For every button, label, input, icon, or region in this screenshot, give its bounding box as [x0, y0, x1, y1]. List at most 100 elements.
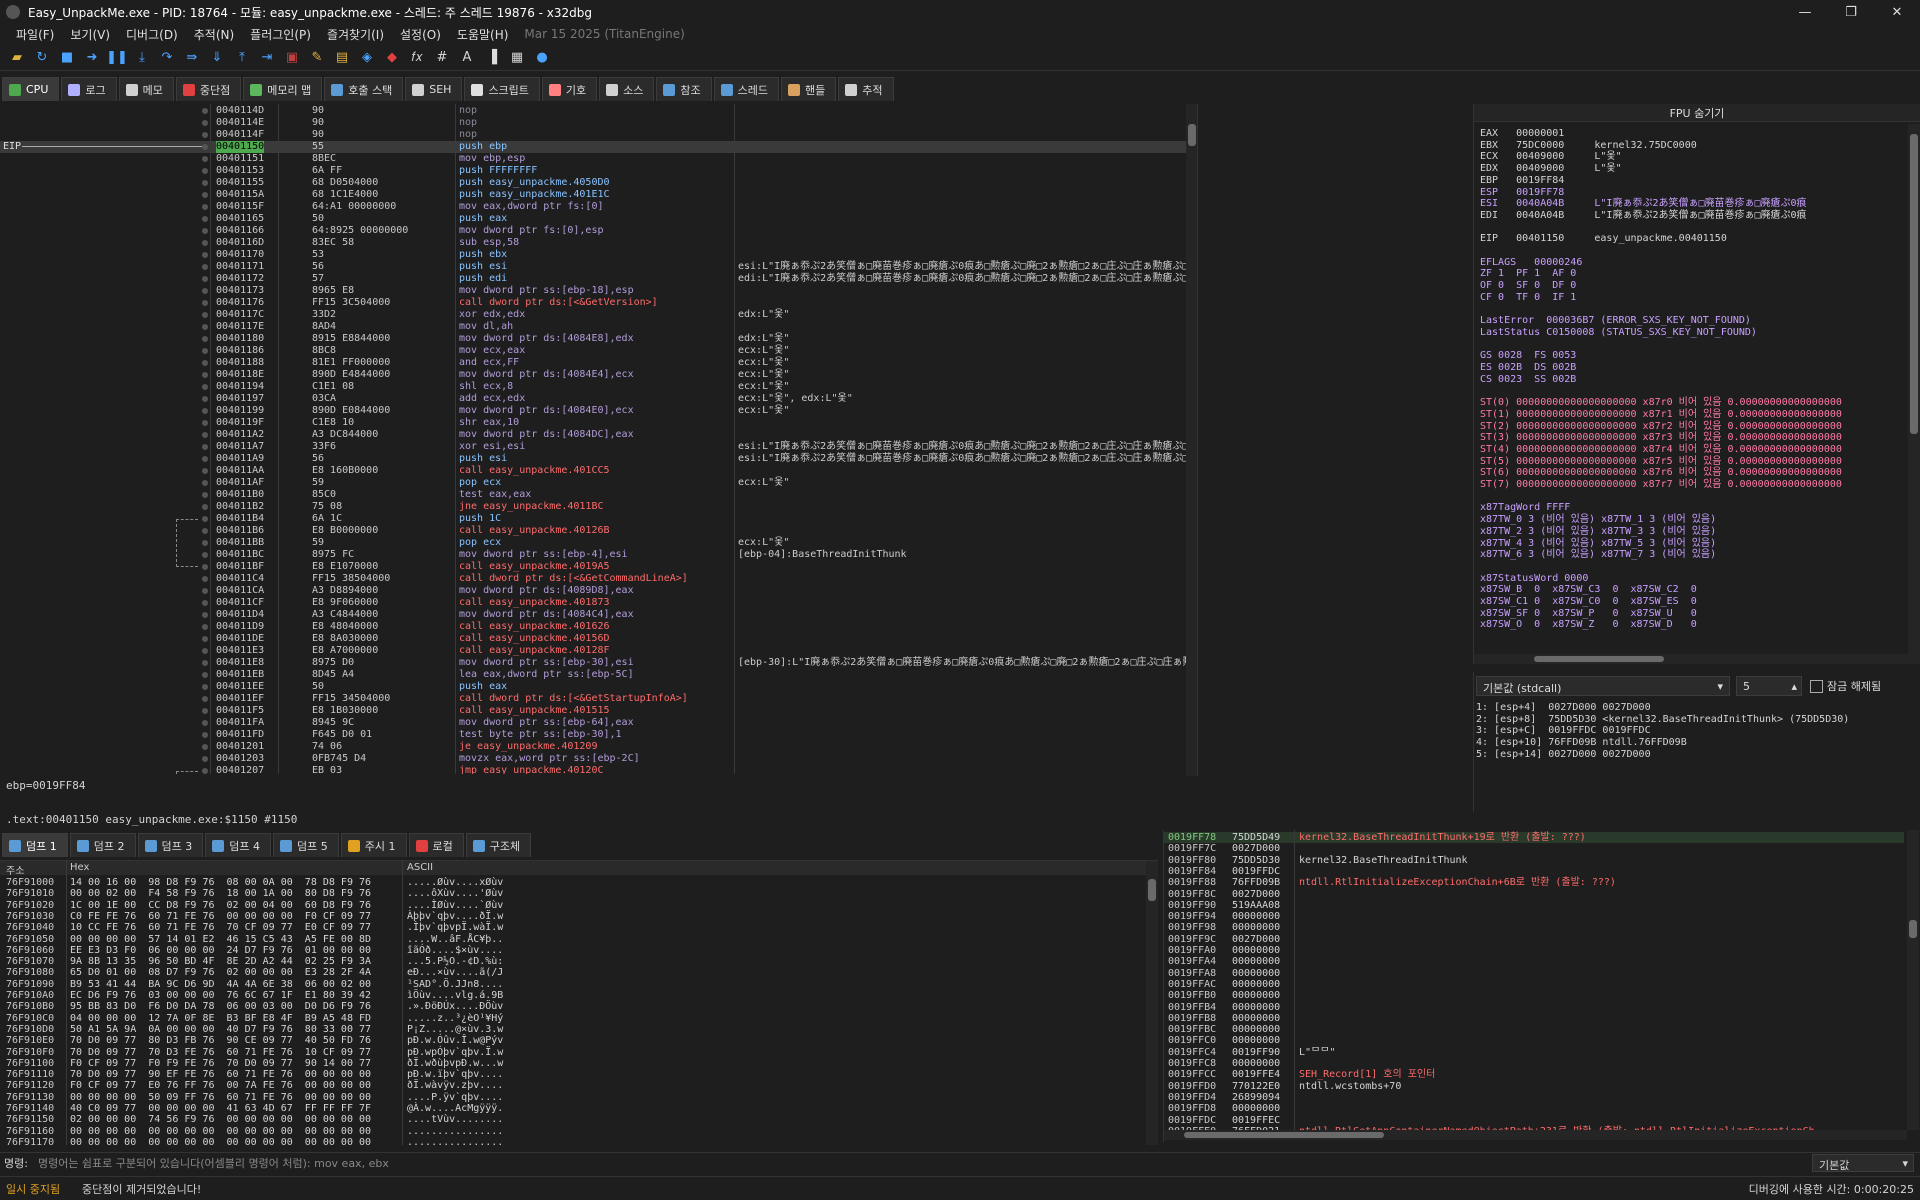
command-input[interactable]: 명령어는 쉼표로 구분되어 있습니다(어셈블리 명령어 처럼): mov eax… — [35, 1153, 1836, 1172]
register-line[interactable]: CF 0 TF 0 IF 1 — [1480, 292, 1900, 304]
register-line[interactable]: EDI 0040A04B L"I廃ぁ忝ぷ2あ笑僧ぁ□廃苗巻疹ぁ□廃瘡ぷ0痕 — [1480, 210, 1900, 222]
tab-8[interactable]: 기호 — [541, 77, 598, 101]
disasm-row[interactable]: 00401180 8915 E8844000 mov dword ptr ds:[4… — [0, 333, 1186, 345]
breakpoint-dot[interactable] — [202, 756, 208, 762]
register-line[interactable] — [1480, 561, 1900, 573]
register-line[interactable]: ST(3) 00000000000000000000 x87r3 비어 있음 0… — [1480, 432, 1900, 444]
dump-row[interactable]: 76F91100 F0 CF 09 77 F0 F9 FE 76 70 D0 09… — [0, 1058, 1140, 1069]
stack-argument[interactable]: 4: [esp+10] 76FFD09B ntdll.76FFD09B — [1476, 737, 1849, 749]
register-line[interactable]: x87StatusWord 0000 — [1480, 573, 1900, 585]
trace-into-icon[interactable]: ⇛ — [181, 47, 203, 69]
restart-icon[interactable]: ↻ — [31, 47, 53, 69]
minimize-icon[interactable]: — — [1782, 0, 1828, 24]
module-icon[interactable]: ▐ — [481, 47, 503, 69]
scylla-icon[interactable]: ▣ — [281, 47, 303, 69]
bookmark-icon[interactable]: ◆ — [381, 47, 403, 69]
dump-row[interactable]: 76F91170 00 00 00 00 00 00 00 00 00 00 00… — [0, 1137, 1140, 1148]
disasm-row[interactable]: 004011EF FF15 34504000 call dword ptr ds:[… — [0, 693, 1186, 705]
breakpoint-dot[interactable] — [202, 696, 208, 702]
disasm-row[interactable]: 004011E8 8975 D0 mov dword ptr ss:[ebp-30]… — [0, 657, 1186, 669]
dump-row[interactable]: 76F91030 C0 FE FE 76 60 71 FE 76 00 00 00… — [0, 911, 1140, 922]
calling-convention-dropdown[interactable]: 기본값 (stdcall) ▾ — [1476, 676, 1730, 696]
register-line[interactable]: x87TW_4 3 (비어 있음) x87TW_5 3 (비어 있음) — [1480, 538, 1900, 550]
breakpoint-dot[interactable] — [202, 240, 208, 246]
menu-item[interactable]: 보기(V) — [62, 26, 118, 43]
dump-row[interactable]: 76F91070 9A 8B 13 35 96 50 BD 4F 8E 2D A2… — [0, 956, 1140, 967]
stack-row[interactable]: 0019FF94 00000000 — [1164, 911, 1904, 922]
dump-row[interactable]: 76F91090 B9 53 41 44 BA 9C D6 9D 4A 4A 6E… — [0, 979, 1140, 990]
menu-item[interactable]: 설정(O) — [392, 26, 449, 43]
lock-checkbox[interactable]: 잠금 해제됨 — [1810, 678, 1881, 694]
disasm-row[interactable]: 00401165 50 push eax — [0, 213, 1186, 225]
breakpoint-dot[interactable] — [202, 192, 208, 198]
disasm-row[interactable]: 004011F5 E8 1B030000 call easy_unpackme.40… — [0, 705, 1186, 717]
breakpoint-dot[interactable] — [202, 720, 208, 726]
breakpoint-dot[interactable] — [202, 288, 208, 294]
breakpoint-dot[interactable] — [202, 252, 208, 258]
dump-row[interactable]: 76F910F0 70 D0 09 77 70 D3 FE 76 60 71 FE… — [0, 1047, 1140, 1058]
tab-2[interactable]: 메모 — [118, 77, 174, 101]
register-line[interactable]: LastStatus C0150008 (STATUS_SXS_KEY_NOT_… — [1480, 327, 1900, 339]
patch-icon[interactable]: ✎ — [306, 47, 328, 69]
stack-row[interactable]: 0019FFB8 00000000 — [1164, 1013, 1904, 1024]
breakpoint-dot[interactable] — [202, 108, 208, 114]
tab-5[interactable]: 호출 스택 — [324, 77, 404, 101]
breakpoint-dot[interactable] — [202, 456, 208, 462]
register-line[interactable]: CS 0023 SS 002B — [1480, 374, 1900, 386]
breakpoint-dot[interactable] — [202, 588, 208, 594]
run-icon[interactable]: ➜ — [81, 47, 103, 69]
breakpoint-dot[interactable] — [202, 564, 208, 570]
register-line[interactable] — [1480, 245, 1900, 257]
register-line[interactable]: EIP 00401150 easy_unpackme.00401150 — [1480, 233, 1900, 245]
disasm-row[interactable]: 0040114E 90 nop — [0, 117, 1186, 129]
register-line[interactable]: LastError 000036B7 (ERROR_SXS_KEY_NOT_FO… — [1480, 315, 1900, 327]
dump-tab-4[interactable]: 덤프 5 — [273, 833, 339, 857]
breakpoint-dot[interactable] — [202, 408, 208, 414]
disasm-row[interactable]: EIP 00401150 55 push ebp — [0, 141, 1186, 153]
breakpoint-dot[interactable] — [202, 744, 208, 750]
register-line[interactable]: ESI 0040A04B L"I廃ぁ忝ぷ2あ笑僧ぁ□廃苗巻疹ぁ□廃瘡ぷ0痕 — [1480, 198, 1900, 210]
breakpoint-dot[interactable] — [202, 396, 208, 402]
register-line[interactable]: ST(2) 00000000000000000000 x87r2 비어 있음 0… — [1480, 421, 1900, 433]
dump-row[interactable]: 76F910B0 95 BB 83 D0 F6 D0 DA 78 06 00 03… — [0, 1001, 1140, 1012]
register-line[interactable]: x87SW_C1 0 x87SW_C0 0 x87SW_ES 0 — [1480, 596, 1900, 608]
hash-icon[interactable]: # — [431, 47, 453, 69]
menu-item[interactable]: 도움말(H) — [449, 26, 517, 43]
stack-row[interactable]: 0019FFB0 00000000 — [1164, 990, 1904, 1001]
disasm-row[interactable]: 00401197 03CA add ecx,edx ecx:L"옻", edx:L"옻… — [0, 393, 1186, 405]
stack-argument[interactable]: 2: [esp+8] 75DD5D30 <kernel32.BaseThread… — [1476, 714, 1849, 726]
disasm-row[interactable]: 0040115A 68 1C1E4000 push easy_unpackme.40… — [0, 189, 1186, 201]
dump-tab-7[interactable]: 구조체 — [465, 833, 532, 857]
stack-row[interactable]: 0019FFC0 00000000 — [1164, 1035, 1904, 1046]
breakpoint-dot[interactable] — [202, 528, 208, 534]
dump-tab-6[interactable]: 로컬 — [408, 833, 464, 857]
disasm-row[interactable]: 00401188 81E1 FF000000 and ecx,FF ecx:L"옻" — [0, 357, 1186, 369]
tab-10[interactable]: 참조 — [656, 77, 712, 101]
disasm-row[interactable]: 004011A9 56 push esi esi:L"I廃ぁ忝ぷ2あ笑僧ぁ□廃苗巻疹ぁ… — [0, 453, 1186, 465]
tab-0[interactable]: CPU — [2, 77, 60, 101]
register-line[interactable]: ST(5) 00000000000000000000 x87r5 비어 있음 0… — [1480, 456, 1900, 468]
register-line[interactable] — [1480, 385, 1900, 397]
breakpoint-dot[interactable] — [202, 540, 208, 546]
disasm-row[interactable]: 0040114D 90 nop — [0, 105, 1186, 117]
dump-row[interactable]: 76F91020 1C 00 1E 00 CC D8 F9 76 02 00 04… — [0, 900, 1140, 911]
disasm-row[interactable]: 004011AA E8 160B0000 call easy_unpackme.40… — [0, 465, 1186, 477]
breakpoint-dot[interactable] — [202, 552, 208, 558]
breakpoint-dot[interactable] — [202, 432, 208, 438]
stack-row[interactable]: 0019FFC4 0019FF90 L"ᄆᄆ" — [1164, 1047, 1904, 1058]
stack-row[interactable]: 0019FFCC 0019FFE4 SEH_Record[1] 호의 포인터 — [1164, 1069, 1904, 1080]
stack-hscrollbar[interactable] — [1164, 1130, 1907, 1140]
disasm-row[interactable]: 00401186 8BC8 mov ecx,eax ecx:L"옻" — [0, 345, 1186, 357]
stack-argument[interactable]: 1: [esp+4] 0027D000 0027D000 — [1476, 702, 1849, 714]
breakpoint-dot[interactable] — [202, 216, 208, 222]
stack-row[interactable]: 0019FF80 75DD5D30 kernel32.BaseThreadInitT… — [1164, 855, 1904, 866]
tab-1[interactable]: 로그 — [61, 77, 117, 101]
register-scrollbar[interactable] — [1908, 124, 1920, 664]
menu-item[interactable]: 즐겨찾기(I) — [319, 26, 392, 43]
disasm-row[interactable]: 004011B0 85C0 test eax,eax — [0, 489, 1186, 501]
dump-row[interactable]: 76F91160 00 00 00 00 00 00 00 00 00 00 00… — [0, 1126, 1140, 1137]
breakpoint-dot[interactable] — [202, 324, 208, 330]
breakpoint-dot[interactable] — [202, 600, 208, 606]
register-line[interactable]: EAX 00000001 — [1480, 128, 1900, 140]
breakpoint-dot[interactable] — [202, 768, 208, 774]
